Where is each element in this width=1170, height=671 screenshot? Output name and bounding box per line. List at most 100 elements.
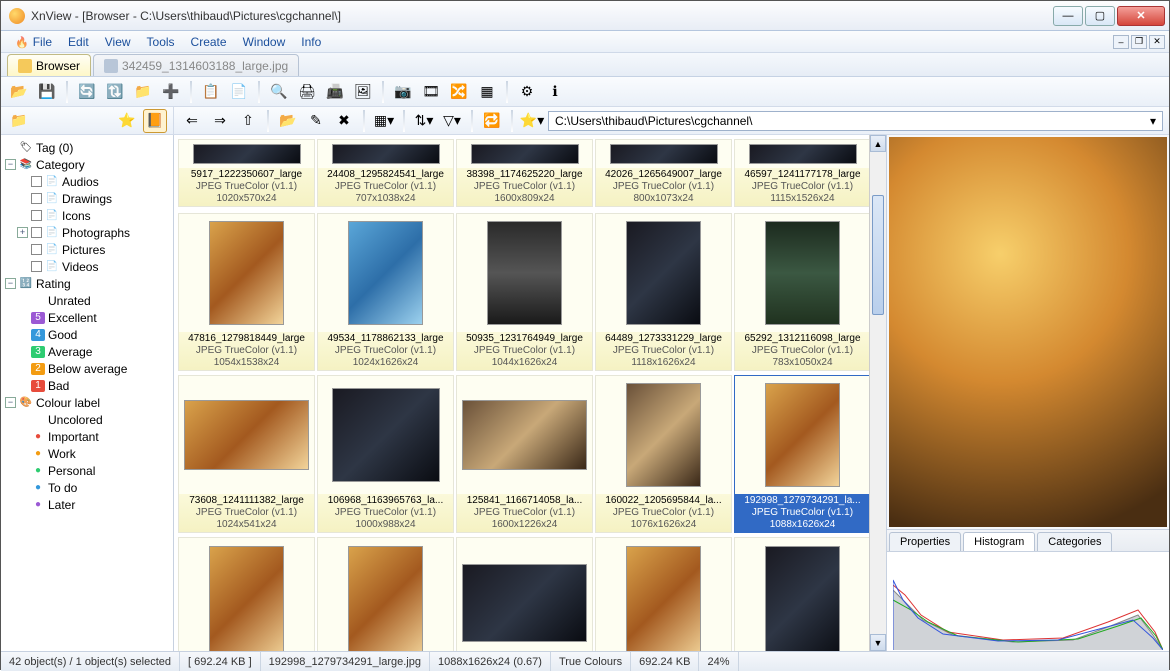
paste-icon[interactable]: 📄 [227,80,251,104]
thumbnail[interactable]: 42026_1265649007_large JPEG TrueColor (v… [595,139,732,207]
folders-icon[interactable]: 📁 [7,109,31,133]
tree-cat-videos[interactable]: 📄Videos [3,258,171,275]
menu-tools[interactable]: Tools [139,33,183,51]
tree-rating-2[interactable]: 2Below average [3,360,171,377]
search-icon[interactable]: 🔍 [267,80,291,104]
tree-cat-audios[interactable]: 📄Audios [3,173,171,190]
menu-file[interactable]: File [7,33,60,51]
tree-colour-todo[interactable]: ●To do [3,479,171,496]
thumbnail[interactable]: 232407_1327395565_la... JPEG TrueColor (… [595,537,732,651]
status-colour: True Colours [551,652,631,671]
menu-info[interactable]: Info [293,33,329,51]
capture-icon[interactable]: 📷 [391,80,415,104]
scroll-up-icon[interactable]: ▲ [870,135,886,152]
tab-properties[interactable]: Properties [889,532,961,551]
menu-edit[interactable]: Edit [60,33,97,51]
folder-up-icon[interactable]: 📁 [131,80,155,104]
convert-icon[interactable]: 🖼 [351,80,375,104]
tree-colour-personal[interactable]: ●Personal [3,462,171,479]
tree-tag[interactable]: 🏷Tag (0) [3,139,171,156]
tree-colour-important[interactable]: ●Important [3,428,171,445]
thumbnail[interactable]: 5917_1222350607_large JPEG TrueColor (v1… [178,139,315,207]
thumbnail[interactable]: 192998_1279734291_la... JPEG TrueColor (… [734,375,871,533]
preview-image[interactable] [889,137,1167,527]
tree-rating-4[interactable]: 4Good [3,326,171,343]
tab-histogram[interactable]: Histogram [963,532,1035,551]
thumbnail[interactable]: 50935_1231764949_large JPEG TrueColor (v… [456,213,593,371]
minimize-button[interactable]: — [1053,6,1083,26]
thumbnail[interactable]: 64489_1273331229_large JPEG TrueColor (v… [595,213,732,371]
delete-icon[interactable]: ✖ [332,109,356,133]
tree-colour-later[interactable]: ●Later [3,496,171,513]
mdi-minimize[interactable]: – [1113,35,1129,49]
tree-cat-icons[interactable]: 📄Icons [3,207,171,224]
slideshow-icon[interactable]: 🎞 [419,80,443,104]
thumbnail[interactable]: 125841_1166714058_la... JPEG TrueColor (… [456,375,593,533]
rename-icon[interactable]: ✎ [304,109,328,133]
new-folder-icon[interactable]: 📂 [276,109,300,133]
maximize-button[interactable]: ▢ [1085,6,1115,26]
thumbnail[interactable]: 49534_1178862133_large JPEG TrueColor (v… [317,213,454,371]
scan-icon[interactable]: 📠 [323,80,347,104]
up-icon[interactable]: ⇧ [236,109,260,133]
tab-browser[interactable]: Browser [7,54,91,76]
back-icon[interactable]: ⇐ [180,109,204,133]
thumbnail[interactable]: 160022_1205695844_la... JPEG TrueColor (… [595,375,732,533]
forward-icon[interactable]: ⇒ [208,109,232,133]
save-icon[interactable]: 💾 [35,80,59,104]
scrollbar[interactable]: ▲ ▼ [869,135,886,651]
tree-category[interactable]: −📚Category [3,156,171,173]
copy-icon[interactable]: 📋 [199,80,223,104]
scroll-down-icon[interactable]: ▼ [870,634,886,651]
tab-categories[interactable]: Categories [1037,532,1112,551]
thumbnail[interactable]: 47816_1279818449_large JPEG TrueColor (v… [178,213,315,371]
favorite-icon[interactable]: ⭐ [115,109,139,133]
tree-colour-uncolored[interactable]: Uncolored [3,411,171,428]
tree-rating-unrated[interactable]: Unrated [3,292,171,309]
tree-rating-3[interactable]: 3Average [3,343,171,360]
categories-icon[interactable]: 📙 [143,109,167,133]
thumbnail[interactable]: 46597_1241177178_large JPEG TrueColor (v… [734,139,871,207]
print-icon[interactable]: 🖨 [295,80,319,104]
scroll-thumb[interactable] [872,195,884,315]
thumbnail[interactable]: 244895_1191333321_la... JPEG TrueColor (… [734,537,871,651]
tree-rating-5[interactable]: 5Excellent [3,309,171,326]
tree-rating[interactable]: −🔢Rating [3,275,171,292]
star-icon[interactable]: ⭐▾ [520,109,544,133]
refresh-icon[interactable]: 🔄 [75,80,99,104]
tree-colour[interactable]: −🎨Colour label [3,394,171,411]
compare-icon[interactable]: 🔀 [447,80,471,104]
tab-image[interactable]: 342459_1314603188_large.jpg [93,54,299,76]
tree-cat-photographs[interactable]: +📄Photographs [3,224,171,241]
grid-icon[interactable]: ▦ [475,80,499,104]
address-bar[interactable]: C:\Users\thibaud\Pictures\cgchannel\ ▾ [548,111,1163,131]
close-button[interactable] [1117,6,1165,26]
reload-icon[interactable]: 🔃 [103,80,127,104]
mdi-restore[interactable]: ❐ [1131,35,1147,49]
recurse-icon[interactable]: 🔁 [480,109,504,133]
open-icon[interactable]: 📂 [7,80,31,104]
thumbnail[interactable]: 38398_1174625220_large JPEG TrueColor (v… [456,139,593,207]
chevron-down-icon[interactable]: ▾ [1150,114,1156,128]
thumbnail[interactable]: 24408_1295824541_large JPEG TrueColor (v… [317,139,454,207]
tree-colour-work[interactable]: ●Work [3,445,171,462]
thumbnail[interactable]: 73608_1241111382_large JPEG TrueColor (v… [178,375,315,533]
thumbnail[interactable]: 65292_1312116098_large JPEG TrueColor (v… [734,213,871,371]
tree-cat-pictures[interactable]: 📄Pictures [3,241,171,258]
thumbnail[interactable]: 218717_1310767180_la... JPEG TrueColor (… [317,537,454,651]
filter-icon[interactable]: ▽▾ [440,109,464,133]
tree-rating-1[interactable]: 1Bad [3,377,171,394]
info-icon[interactable]: ℹ [543,80,567,104]
thumbnail[interactable]: 193080_1180812449_la... JPEG TrueColor (… [178,537,315,651]
folder-add-icon[interactable]: ➕ [159,80,183,104]
menu-view[interactable]: View [97,33,139,51]
view-mode-icon[interactable]: ▦▾ [372,109,396,133]
sort-icon[interactable]: ⇅▾ [412,109,436,133]
settings-icon[interactable]: ⚙ [515,80,539,104]
menu-window[interactable]: Window [235,33,294,51]
tree-cat-drawings[interactable]: 📄Drawings [3,190,171,207]
thumbnail[interactable]: 106968_1163965763_la... JPEG TrueColor (… [317,375,454,533]
thumbnail[interactable]: 227196_1212816786_la... JPEG TrueColor (… [456,537,593,651]
mdi-close[interactable]: ✕ [1149,35,1165,49]
menu-create[interactable]: Create [183,33,235,51]
